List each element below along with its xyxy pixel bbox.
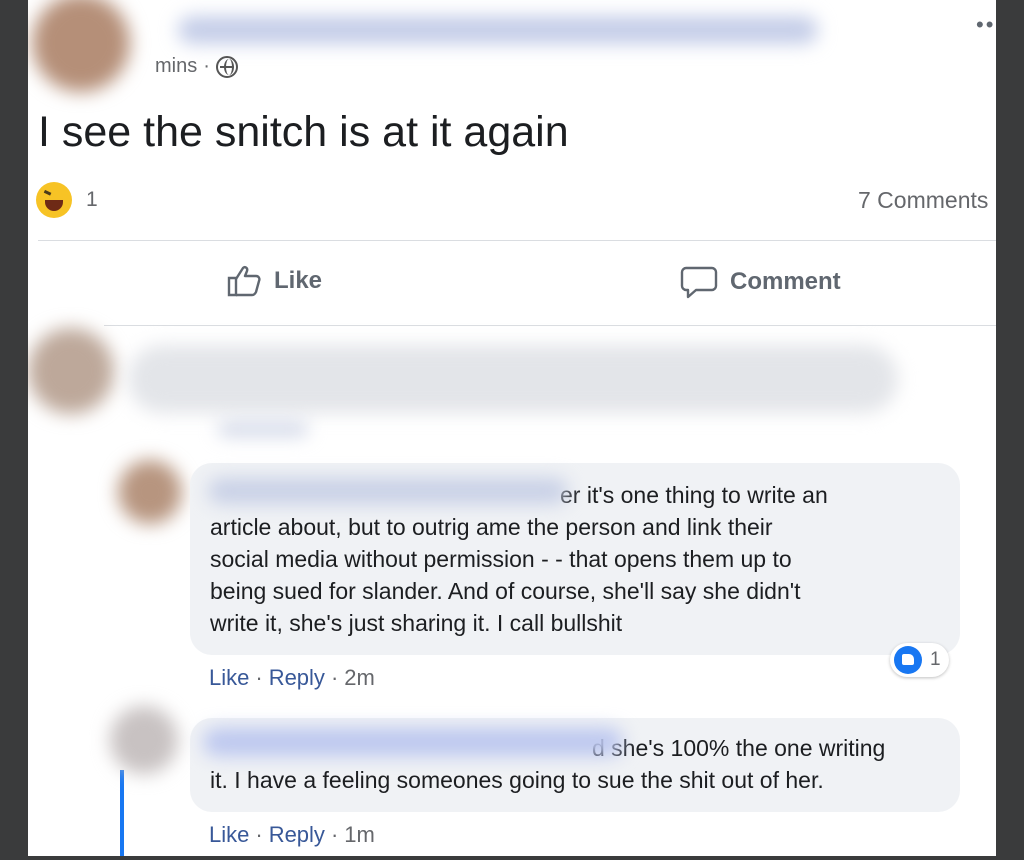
post-timestamp[interactable]: mins bbox=[155, 55, 197, 78]
commenter-avatar[interactable] bbox=[118, 460, 182, 524]
comment-actions: Like · Reply · 1m bbox=[209, 822, 375, 848]
comment-like-count: 1 bbox=[930, 649, 941, 670]
commenter-name-redacted[interactable] bbox=[208, 478, 568, 504]
thumbs-up-icon bbox=[227, 266, 261, 297]
reaction-count: 1 bbox=[86, 188, 98, 211]
comment-time[interactable]: 2m bbox=[344, 665, 375, 691]
reaction-summary[interactable]: 1 bbox=[36, 182, 98, 218]
commenter-avatar[interactable] bbox=[110, 706, 178, 774]
separator: · bbox=[255, 665, 263, 690]
comment-line: social media without permission - - that… bbox=[210, 546, 792, 572]
comment-line: article about, but to outrig ame the per… bbox=[210, 514, 773, 540]
comment-line: being sued for slander. And of course, s… bbox=[210, 578, 801, 604]
separator: · bbox=[330, 665, 339, 690]
globe-icon[interactable] bbox=[215, 55, 238, 78]
like-label: Like bbox=[274, 267, 323, 294]
post-card: mins · •• I see the snitch is at it agai… bbox=[28, 0, 996, 856]
author-avatar[interactable] bbox=[32, 0, 130, 92]
meta-separator: · bbox=[203, 55, 210, 77]
comment-actions-redacted bbox=[218, 422, 308, 436]
comment-label: Comment bbox=[730, 268, 841, 295]
reply-thread-line bbox=[120, 770, 124, 856]
separator: · bbox=[255, 822, 263, 847]
comment-line: write it, she's just sharing it. I call … bbox=[210, 610, 623, 636]
comment-reply-link[interactable]: Reply bbox=[269, 822, 325, 848]
divider bbox=[38, 240, 996, 241]
post-text: I see the snitch is at it again bbox=[38, 108, 569, 156]
comment-like-badge[interactable]: 1 bbox=[890, 643, 949, 677]
commenter-avatar-redacted[interactable] bbox=[28, 328, 114, 414]
author-name-redacted[interactable] bbox=[178, 16, 818, 44]
commenter-name-redacted[interactable] bbox=[203, 728, 623, 756]
comments-count[interactable]: 7 Comments bbox=[858, 187, 988, 214]
divider bbox=[104, 325, 996, 326]
comment-line: it. I have a feeling someones going to s… bbox=[210, 767, 824, 793]
comment-bubble-icon bbox=[680, 266, 718, 299]
comment-like-link[interactable]: Like bbox=[209, 665, 249, 691]
like-reaction-icon bbox=[894, 646, 922, 674]
comment-reply-link[interactable]: Reply bbox=[269, 665, 325, 691]
haha-reaction-icon bbox=[36, 182, 72, 218]
comment-button[interactable]: Comment bbox=[680, 264, 841, 300]
more-options-icon[interactable]: •• bbox=[976, 12, 995, 38]
like-button[interactable]: Like bbox=[226, 264, 322, 298]
comment-redacted bbox=[128, 345, 898, 413]
comment-actions: Like · Reply · 2m bbox=[209, 665, 375, 691]
post-meta: mins · bbox=[155, 55, 238, 78]
comment-like-link[interactable]: Like bbox=[209, 822, 249, 848]
comment-time[interactable]: 1m bbox=[344, 822, 375, 848]
separator: · bbox=[330, 822, 339, 847]
